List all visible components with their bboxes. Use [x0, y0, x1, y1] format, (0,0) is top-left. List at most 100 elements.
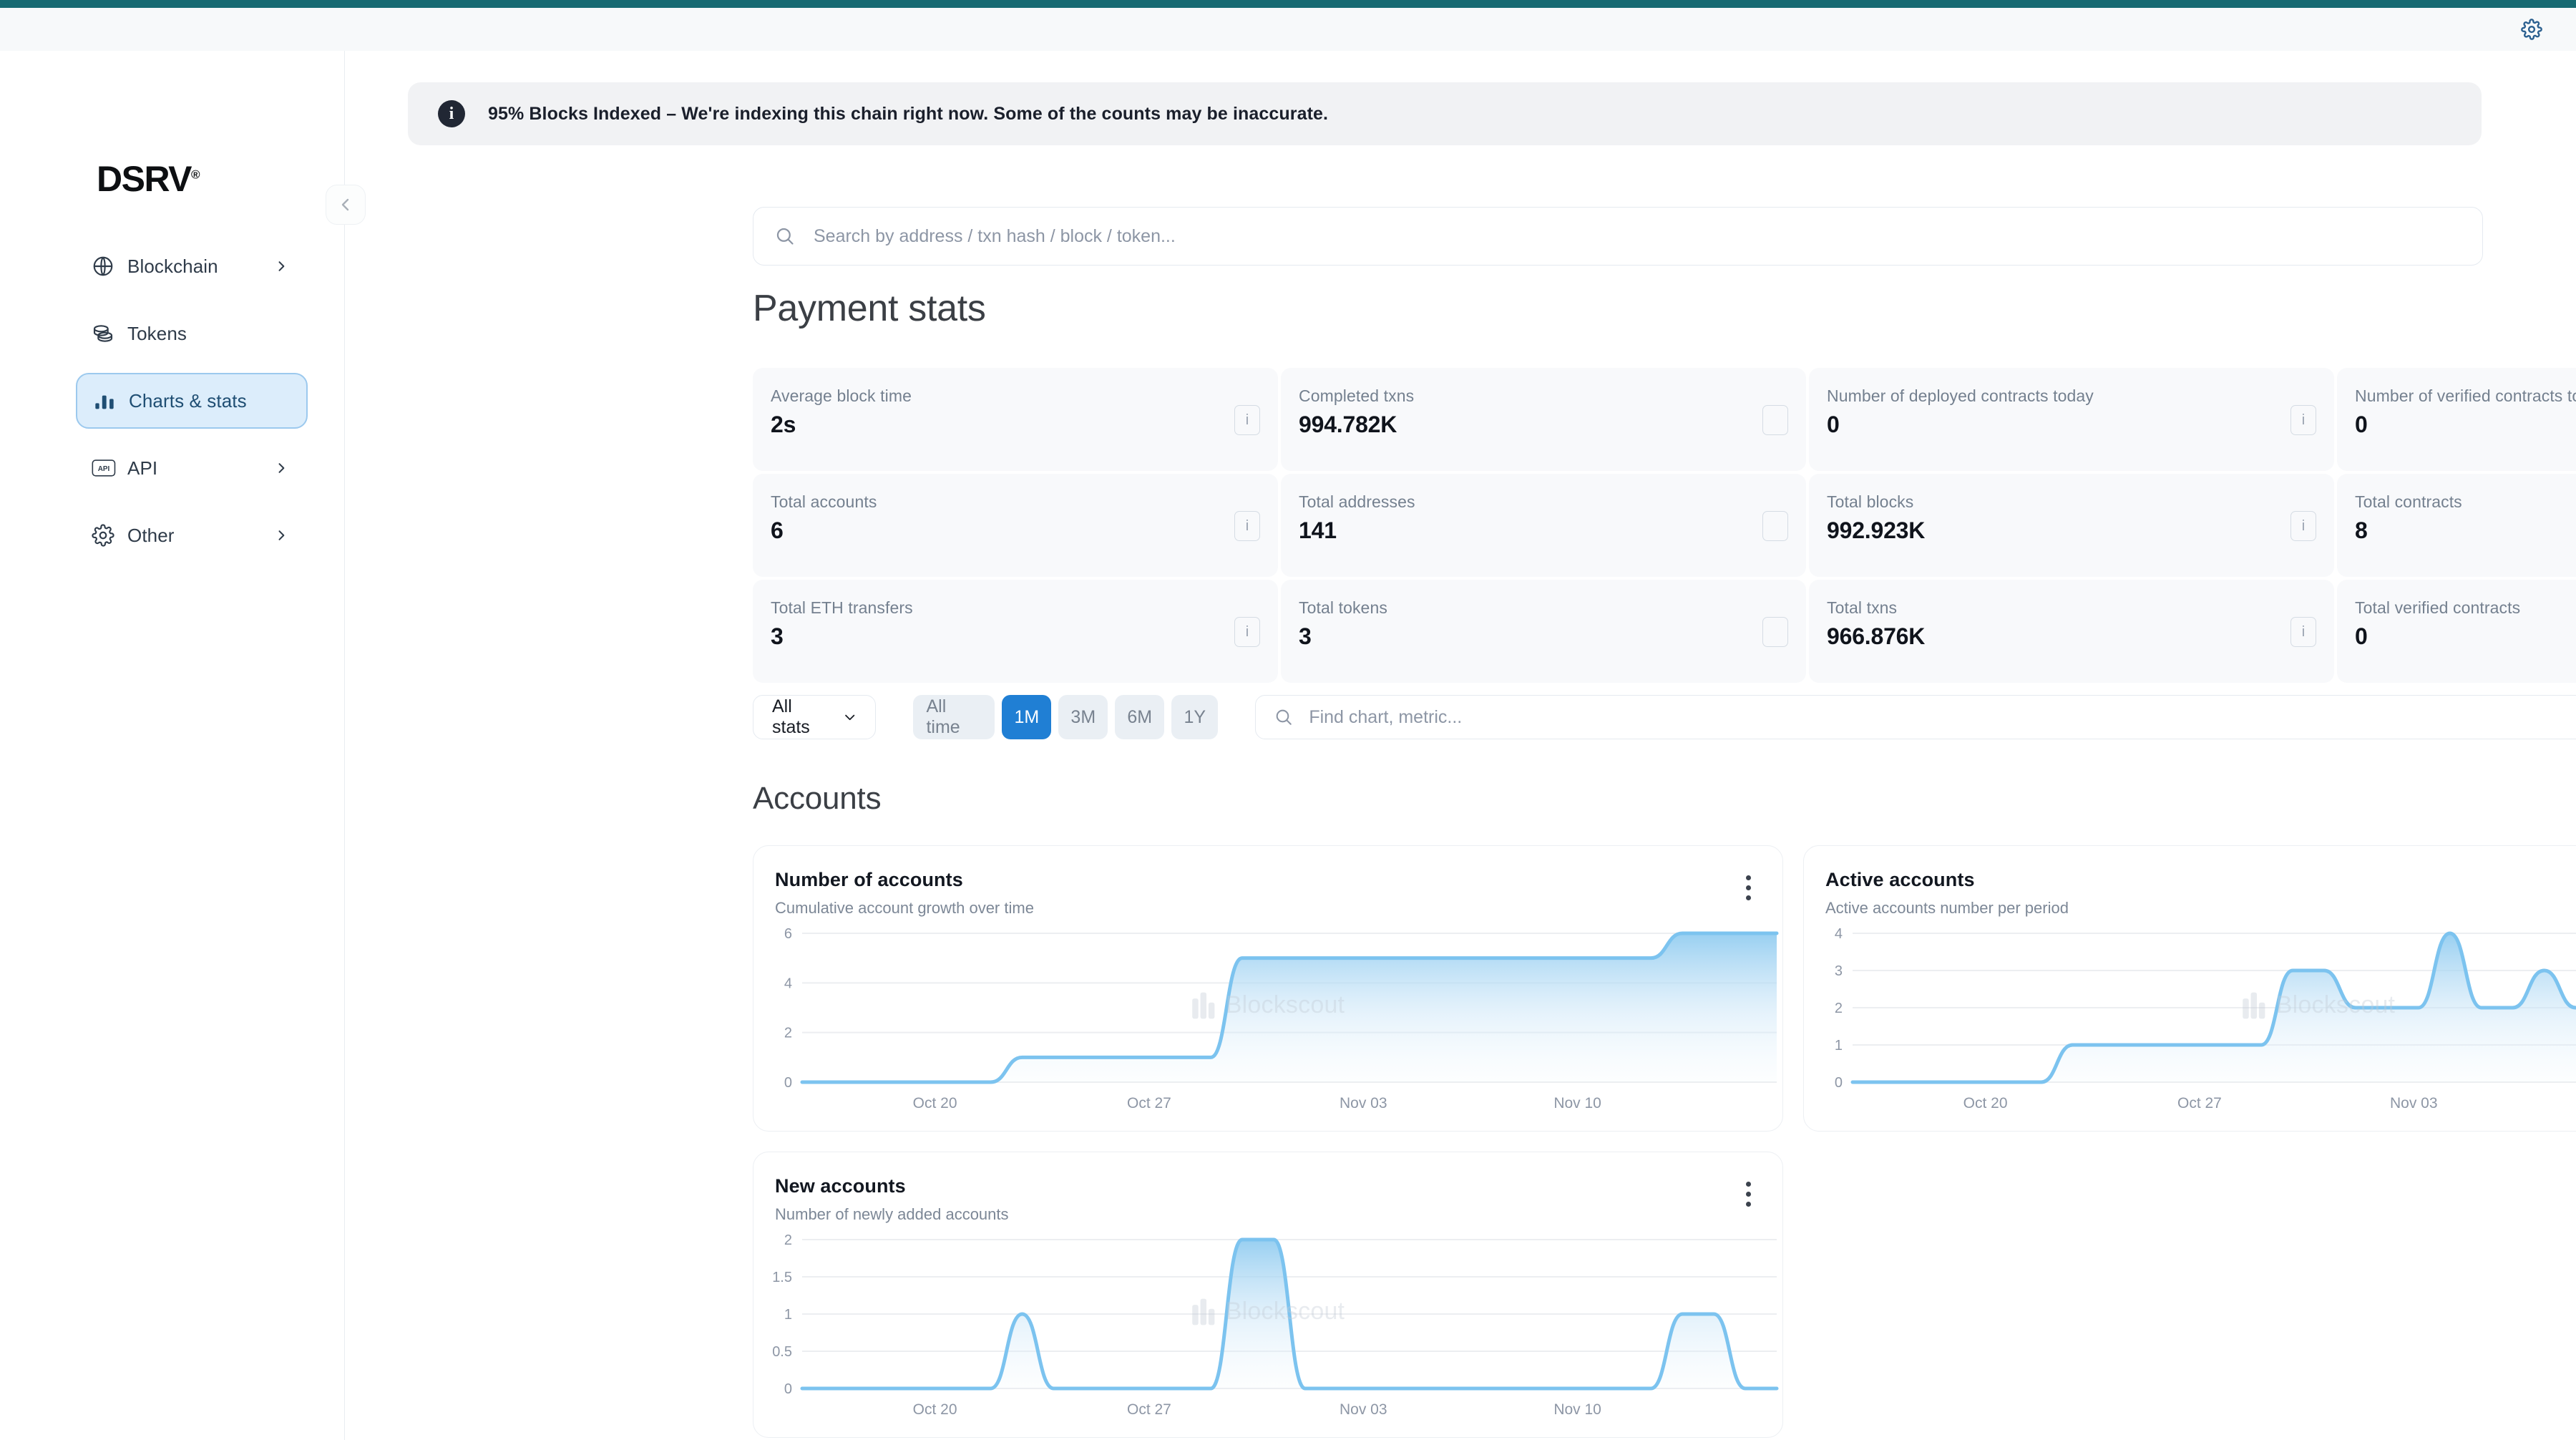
svg-text:4: 4 — [784, 976, 792, 991]
chart-subtitle: Number of newly added accounts — [775, 1205, 1009, 1223]
chart-menu-button[interactable] — [1735, 872, 1761, 903]
info-tooltip-icon[interactable]: i — [1234, 511, 1260, 541]
global-search-placeholder: Search by address / txn hash / block / t… — [814, 225, 1176, 246]
svg-text:1: 1 — [784, 1307, 792, 1323]
stat-value: 3 — [771, 623, 784, 649]
svg-text:0: 0 — [1835, 1075, 1843, 1091]
chart-title: Number of accounts — [775, 869, 963, 890]
svg-text:Nov 03: Nov 03 — [1340, 1095, 1387, 1111]
filter-toolbar: All stats All time 1M 3M 6M 1Y Find char… — [753, 695, 2576, 739]
sidebar-item-label: Charts & stats — [129, 389, 247, 412]
chevron-right-icon — [273, 461, 289, 475]
stat-card-deployed-contracts-today: Number of deployed contracts today 0 i — [1809, 368, 2334, 471]
info-tooltip-icon[interactable]: i — [2290, 617, 2316, 647]
period-button-1m[interactable]: 1M — [1002, 695, 1052, 739]
svg-text:API: API — [98, 465, 110, 473]
stat-label: Total contracts — [2355, 492, 2462, 511]
chart-menu-button[interactable] — [1735, 1178, 1761, 1210]
period-button-1y[interactable]: 1Y — [1171, 695, 1219, 739]
svg-text:Oct 27: Oct 27 — [2177, 1095, 2222, 1111]
period-button-3m[interactable]: 3M — [1058, 695, 1108, 739]
svg-text:2: 2 — [784, 1026, 792, 1041]
search-icon — [1276, 709, 1292, 725]
stat-label: Total ETH transfers — [771, 598, 913, 617]
chart-subtitle: Active accounts number per period — [1825, 899, 2069, 917]
stat-label: Total txns — [1827, 598, 1898, 617]
brand-logo[interactable]: DSRV® — [97, 158, 200, 200]
global-search-input[interactable]: Search by address / txn hash / block / t… — [753, 207, 2483, 266]
stat-card-total-accounts: Total accounts 6 i — [753, 474, 1278, 577]
chevron-right-icon — [273, 528, 289, 543]
sidebar-collapse-button[interactable] — [326, 185, 366, 225]
sidebar-item-other[interactable]: Other — [76, 507, 308, 563]
sidebar-item-blockchain[interactable]: Blockchain — [76, 238, 308, 294]
main-content: i 95% Blocks Indexed – We're indexing th… — [345, 51, 2576, 1440]
info-tooltip-icon[interactable]: i — [1234, 617, 1260, 647]
stat-card-total-tokens: Total tokens 3 — [1281, 580, 1806, 683]
chart-row-2: New accounts Number of newly added accou… — [753, 1152, 2576, 1438]
chevron-right-icon — [273, 259, 289, 273]
sidebar-item-label: Other — [127, 524, 175, 546]
period-button-6m[interactable]: 6M — [1115, 695, 1165, 739]
svg-text:Oct 20: Oct 20 — [913, 1095, 957, 1111]
chart-card-number-of-accounts: Number of accounts Cumulative account gr… — [753, 845, 1783, 1132]
info-tooltip-icon[interactable] — [1762, 617, 1788, 647]
stat-value: 141 — [1299, 517, 1337, 543]
top-accent-bar — [0, 0, 2576, 8]
svg-text:Oct 20: Oct 20 — [1963, 1095, 2008, 1111]
svg-text:Oct 20: Oct 20 — [913, 1401, 957, 1418]
stat-card-total-verified-contracts: Total verified contracts 0 i — [2337, 580, 2576, 683]
svg-text:0: 0 — [784, 1075, 792, 1091]
svg-text:1.5: 1.5 — [772, 1270, 792, 1285]
svg-text:0: 0 — [784, 1381, 792, 1397]
stat-value: 992.923K — [1827, 517, 1926, 543]
svg-text:Nov 10: Nov 10 — [1553, 1095, 1601, 1111]
stat-label: Total accounts — [771, 492, 877, 511]
section-title-accounts: Accounts — [753, 781, 882, 816]
gear-icon — [92, 524, 127, 547]
stat-card-completed-txns: Completed txns 994.782K — [1281, 368, 1806, 471]
svg-text:0.5: 0.5 — [772, 1344, 792, 1360]
sidebar-item-label: Blockchain — [127, 255, 218, 277]
stat-card-total-txns: Total txns 966.876K i — [1809, 580, 2334, 683]
settings-gear-button[interactable] — [2514, 12, 2549, 47]
stat-value: 3 — [1299, 623, 1312, 649]
chart-plot: 01234Oct 20Oct 27Nov 03Nov 10 — [1804, 923, 2576, 1124]
info-tooltip-icon[interactable]: i — [2290, 405, 2316, 435]
chart-row-1: Number of accounts Cumulative account gr… — [753, 845, 2576, 1132]
info-tooltip-icon[interactable]: i — [2290, 511, 2316, 541]
stat-value: 2s — [771, 412, 796, 437]
api-icon: API — [92, 458, 127, 478]
stats-grid: Average block time 2s i Completed txns 9… — [753, 368, 2576, 683]
sidebar-item-tokens[interactable]: Tokens — [76, 306, 308, 361]
chart-search-placeholder: Find chart, metric... — [1309, 706, 1463, 727]
svg-text:2: 2 — [784, 1232, 792, 1248]
info-tooltip-icon[interactable]: i — [1234, 405, 1260, 435]
stat-value: 8 — [2355, 517, 2368, 543]
sidebar-item-charts-and-stats[interactable]: Charts & stats — [76, 373, 308, 429]
chart-plot: 0 0.5 1 1.5 2 Oct 20 Oct 27 Nov 03 Nov 10 — [753, 1230, 1784, 1430]
gear-icon — [2521, 19, 2542, 40]
chart-search-input[interactable]: Find chart, metric... — [1255, 695, 2576, 739]
svg-text:Nov 03: Nov 03 — [1340, 1401, 1387, 1418]
stat-label: Completed txns — [1299, 386, 1415, 405]
chart-card-new-accounts: New accounts Number of newly added accou… — [753, 1152, 1783, 1438]
page-title: Payment stats — [753, 288, 986, 329]
sidebar-item-label: API — [127, 457, 158, 479]
sidebar: DSRV® Blockchain Tokens Charts & stats A… — [0, 51, 345, 1440]
stat-card-total-contracts: Total contracts 8 i — [2337, 474, 2576, 577]
sidebar-item-label: Tokens — [127, 322, 187, 344]
all-stats-dropdown[interactable]: All stats — [753, 695, 877, 739]
period-button-all-time[interactable]: All time — [913, 695, 995, 739]
info-tooltip-icon[interactable] — [1762, 511, 1788, 541]
svg-text:Oct 27: Oct 27 — [1127, 1401, 1171, 1418]
stat-label: Number of deployed contracts today — [1827, 386, 2094, 405]
stat-card-average-block-time: Average block time 2s i — [753, 368, 1278, 471]
info-icon: i — [438, 100, 465, 127]
chart-title: New accounts — [775, 1175, 906, 1197]
info-tooltip-icon[interactable] — [1762, 405, 1788, 435]
stat-value: 0 — [2355, 623, 2368, 649]
indexing-banner: i 95% Blocks Indexed – We're indexing th… — [408, 82, 2482, 145]
stat-label: Total tokens — [1299, 598, 1387, 617]
sidebar-item-api[interactable]: API API — [76, 440, 308, 496]
